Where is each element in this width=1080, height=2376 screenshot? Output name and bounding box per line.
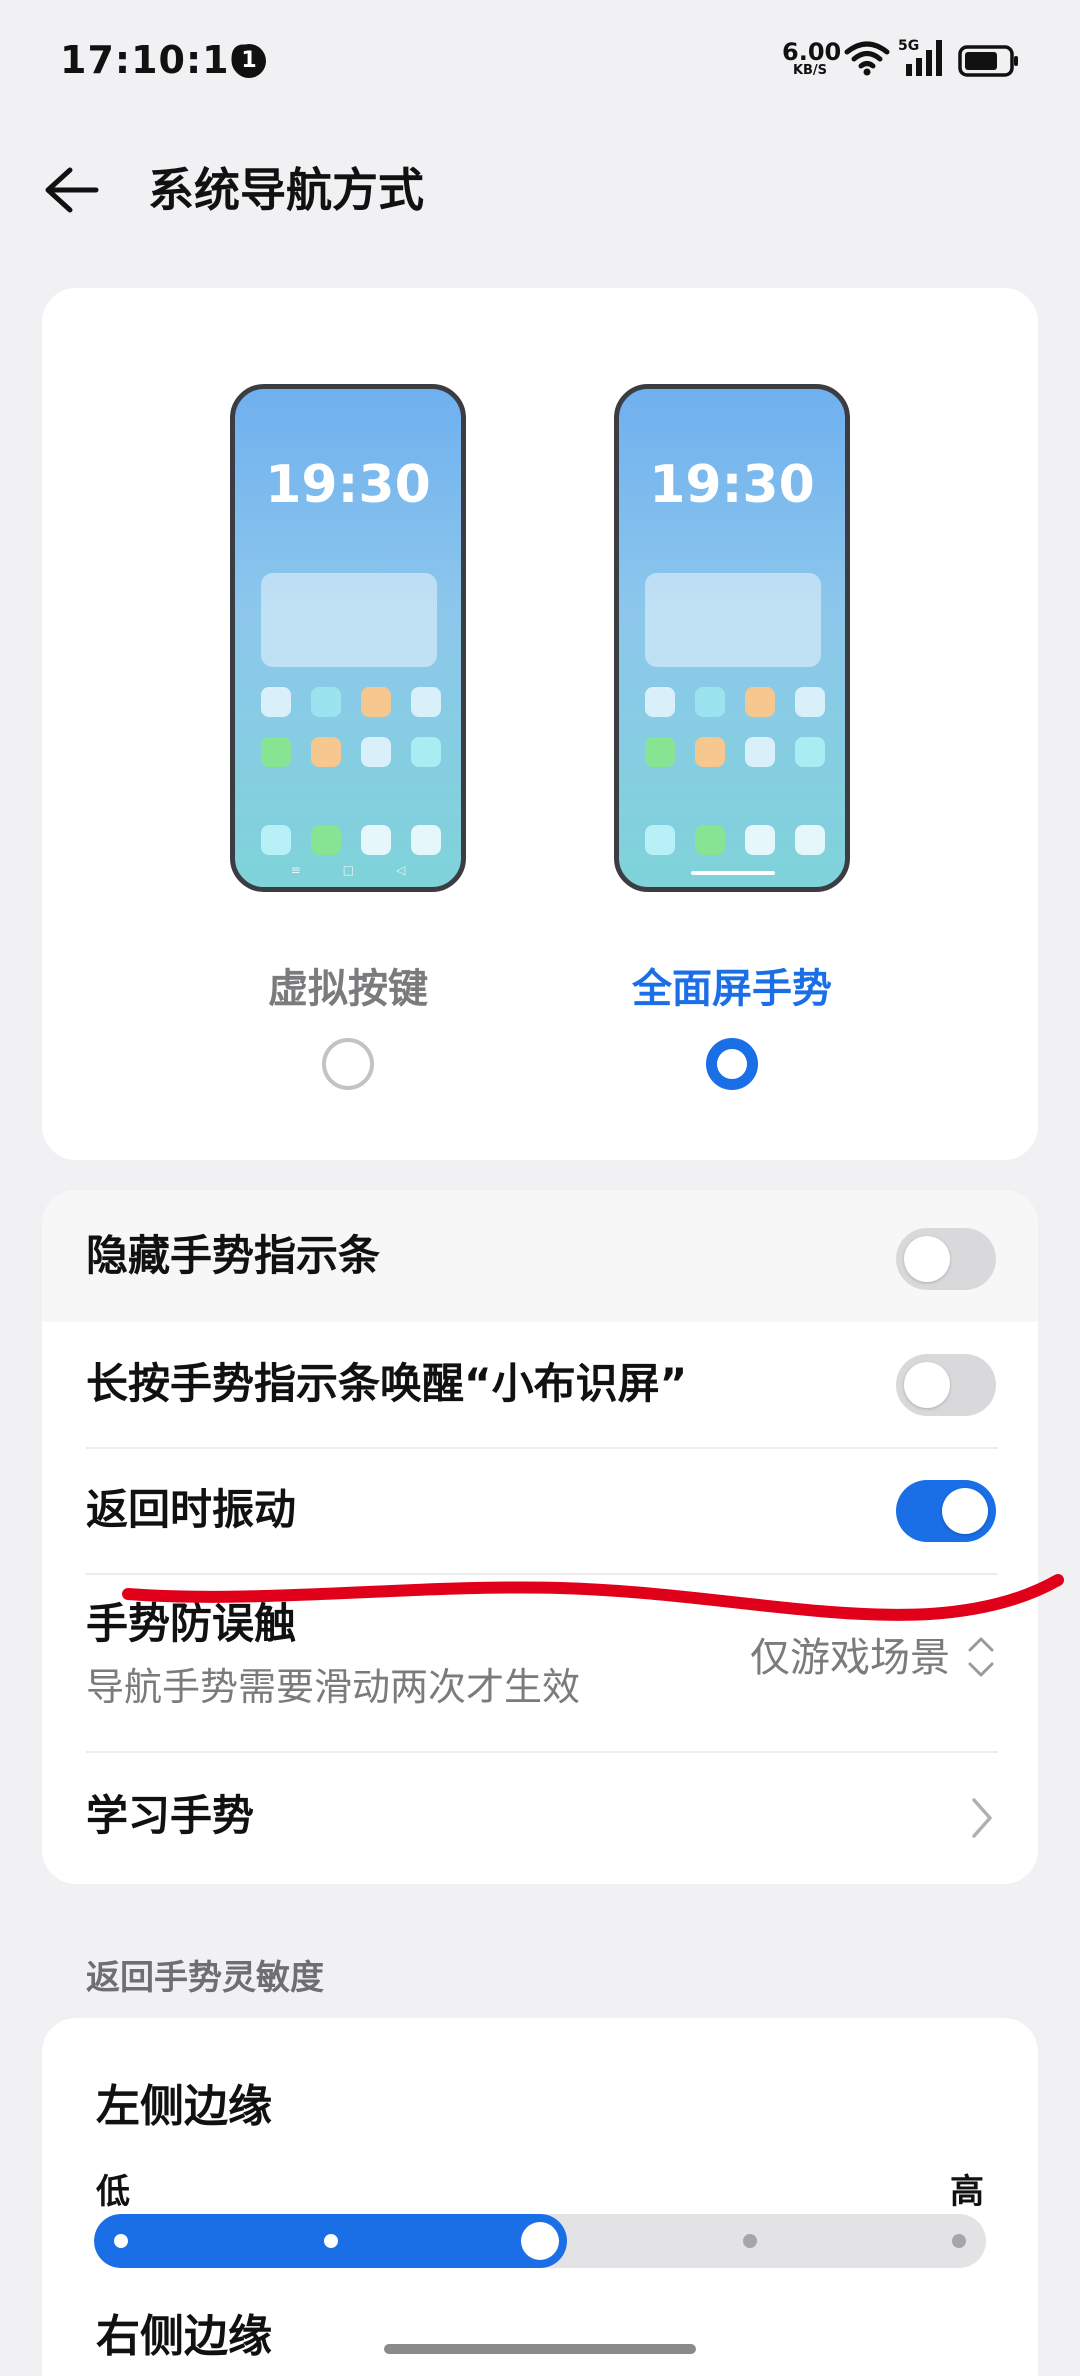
- status-bar: 17:10:10 1 6.00 KB/S 5G: [0, 0, 1080, 120]
- virtual-keys-radio[interactable]: [322, 1038, 374, 1090]
- hide-bar-label: 隐藏手势指示条: [86, 1231, 381, 1280]
- gesture-settings-card: 隐藏手势指示条 长按手势指示条唤醒“小布识屏” 返回时振动 手势防误触 导航手势…: [42, 1190, 1038, 1884]
- network-type-label: 5G: [898, 38, 919, 54]
- right-edge-label: 右侧边缘: [96, 2311, 272, 2362]
- left-edge-label: 左侧边缘: [96, 2081, 272, 2132]
- sensitivity-card: 左侧边缘 低 高 右侧边缘: [42, 2018, 1038, 2376]
- wifi-icon: [844, 41, 890, 76]
- vibrate-label: 返回时振动: [86, 1485, 297, 1534]
- anti-mistouch-label: 手势防误触: [86, 1599, 297, 1648]
- preview-gesture-bar: [691, 871, 775, 875]
- preview-widget: [261, 573, 437, 667]
- long-press-row[interactable]: 长按手势指示条唤醒“小布识屏”: [42, 1322, 1038, 1448]
- hide-bar-row[interactable]: 隐藏手势指示条: [42, 1190, 1038, 1322]
- battery-icon: [958, 45, 1018, 77]
- anti-mistouch-description: 导航手势需要滑动两次才生效: [86, 1665, 581, 1709]
- learn-gesture-row[interactable]: 学习手势: [42, 1752, 1038, 1884]
- up-down-chevron-icon: [968, 1637, 994, 1677]
- long-press-label: 长按手势指示条唤醒“小布识屏”: [86, 1359, 688, 1408]
- navigation-mode-card: 19:30 ≡ □ ◁ 19:30 虚拟按键 全面屏手势: [42, 288, 1038, 1160]
- vibrate-row[interactable]: 返回时振动: [42, 1448, 1038, 1574]
- gesture-radio[interactable]: [706, 1038, 758, 1090]
- slider-step-dot: [114, 2234, 128, 2248]
- signal-icon: 5G: [898, 38, 942, 76]
- left-edge-slider[interactable]: [94, 2214, 986, 2268]
- preview-widget: [645, 573, 821, 667]
- net-speed: 6.00 KB/S: [782, 38, 842, 77]
- header: 系统导航方式: [0, 150, 1080, 230]
- low-label: 低: [96, 2172, 130, 2212]
- hide-bar-toggle[interactable]: [896, 1228, 996, 1290]
- sensitivity-section-title: 返回手势灵敏度: [86, 1958, 324, 1998]
- gesture-preview[interactable]: 19:30: [614, 384, 850, 892]
- preview-nav-keys: ≡ □ ◁: [290, 863, 406, 877]
- long-press-toggle[interactable]: [896, 1354, 996, 1416]
- home-indicator[interactable]: [384, 2344, 696, 2354]
- high-label: 高: [950, 2172, 984, 2212]
- back-arrow-icon[interactable]: [40, 162, 104, 218]
- learn-gesture-label: 学习手势: [86, 1791, 255, 1840]
- page-title: 系统导航方式: [148, 163, 424, 217]
- preview-clock: 19:30: [649, 455, 815, 515]
- vibrate-toggle[interactable]: [896, 1480, 996, 1542]
- slider-step-dot: [952, 2234, 966, 2248]
- slider-step-dot: [742, 2234, 757, 2248]
- option-gesture-label[interactable]: 全面屏手势: [572, 956, 892, 1014]
- anti-mistouch-value[interactable]: 仅游戏场景: [750, 1630, 950, 1686]
- slider-step-dot: [323, 2234, 338, 2248]
- chevron-right-icon: [972, 1798, 992, 1838]
- net-speed-value: 6.00: [782, 38, 842, 66]
- anti-mistouch-row[interactable]: 手势防误触 导航手势需要滑动两次才生效 仅游戏场景: [42, 1574, 1038, 1750]
- option-virtual-keys-label[interactable]: 虚拟按键: [188, 956, 508, 1014]
- status-time: 17:10:10: [60, 38, 258, 82]
- slider-thumb[interactable]: [521, 2222, 559, 2260]
- preview-clock: 19:30: [265, 455, 431, 515]
- notification-badge: 1: [232, 44, 266, 78]
- virtual-keys-preview[interactable]: 19:30 ≡ □ ◁: [230, 384, 466, 892]
